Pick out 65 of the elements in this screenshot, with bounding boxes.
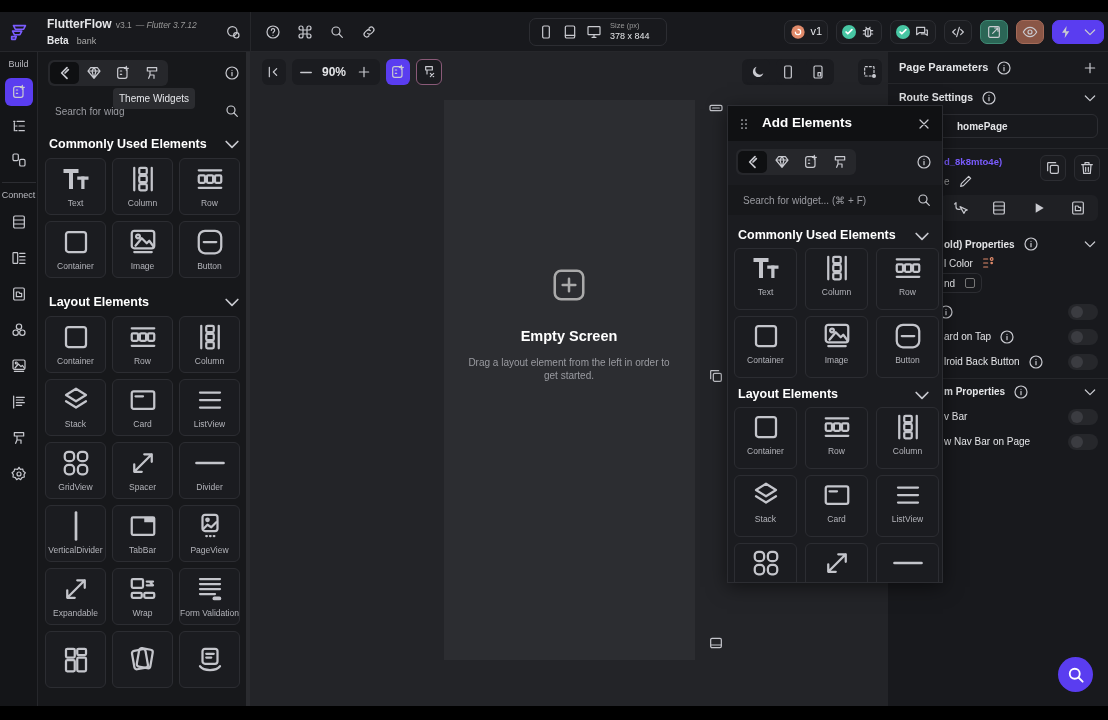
- widget-tile[interactable]: ListView: [179, 379, 240, 436]
- widget-tile[interactable]: Text: [734, 248, 797, 310]
- widget-tile[interactable]: Button: [876, 316, 939, 378]
- widget-tile[interactable]: Text: [45, 158, 106, 215]
- widget-tile[interactable]: Divider: [179, 442, 240, 499]
- version-text: v3.1: [115, 18, 132, 32]
- widget-name: e: [944, 174, 950, 189]
- setting-label: v Bar: [944, 410, 968, 425]
- widget-tile[interactable]: Column: [876, 407, 939, 469]
- beta-tag: Beta: [47, 32, 69, 48]
- widget-tile[interactable]: Container: [45, 316, 106, 373]
- setting-label: lroid Back Button: [944, 355, 1020, 370]
- version-button[interactable]: v1: [784, 19, 828, 44]
- widget-tile[interactable]: Row: [179, 158, 240, 215]
- widget-tile[interactable]: VerticalDivider: [45, 505, 106, 562]
- empty-description: Drag a layout element from the left in order to get started.: [467, 355, 671, 382]
- widget-tile[interactable]: Row: [805, 407, 868, 469]
- widget-tile[interactable]: ListView: [876, 475, 939, 537]
- widget-tile[interactable]: Container: [45, 221, 106, 278]
- project-name: bank: [76, 34, 97, 48]
- widget-tile[interactable]: TabBar: [112, 505, 173, 562]
- widget-tile[interactable]: Button: [179, 221, 240, 278]
- size-value: 378 x 844: [610, 30, 650, 41]
- widget-tile[interactable]: Image: [805, 316, 868, 378]
- search-field[interactable]: Search for widget... (⌘ + F): [728, 185, 942, 215]
- section-title: Commonly Used Elements: [738, 227, 896, 245]
- section-title: Page Parameters: [899, 60, 989, 76]
- flutter-version: — Flutter 3.7.12: [135, 18, 197, 32]
- widget-tile[interactable]: PageView: [179, 505, 240, 562]
- search-field[interactable]: Search for widget... (⌘ + F): [741, 191, 891, 209]
- field-label: l Color: [944, 256, 973, 271]
- empty-title: Empty Screen: [520, 327, 618, 346]
- zoom-control[interactable]: 90%: [292, 59, 381, 85]
- widget-tile[interactable]: Container: [734, 316, 797, 378]
- setting-label: w Nav Bar on Page: [944, 435, 1031, 450]
- app-name: FlutterFlow: [47, 15, 112, 33]
- widget-tile[interactable]: Row: [112, 316, 173, 373]
- widget-tile[interactable]: Form Validation: [179, 568, 240, 625]
- zoom-value: 90%: [322, 64, 347, 81]
- widget-tile[interactable]: Expandable: [45, 568, 106, 625]
- widget-tile[interactable]: Card: [805, 475, 868, 537]
- widget-tile[interactable]: Column: [112, 158, 173, 215]
- widget-tile[interactable]: Stack: [734, 475, 797, 537]
- widget-tile[interactable]: Column: [805, 248, 868, 310]
- setting-label: ard on Tap: [944, 330, 992, 345]
- section-title: Layout Elements: [738, 386, 839, 404]
- section-title: Layout Elements: [49, 293, 150, 311]
- widget-tile[interactable]: Image: [112, 221, 173, 278]
- section-title: Route Settings: [899, 90, 974, 106]
- section-title: Commonly Used Elements: [49, 135, 207, 153]
- tooltip: Theme Widgets: [113, 88, 196, 109]
- section-title: old) Properties: [944, 237, 1015, 252]
- widget-tile[interactable]: Row: [876, 248, 939, 310]
- widget-tile[interactable]: Stack: [45, 379, 106, 436]
- widget-id: d_8k8mto4e): [944, 155, 1003, 169]
- widget-tile[interactable]: Card: [112, 379, 173, 436]
- widget-tile[interactable]: Wrap: [112, 568, 173, 625]
- rail-section-label: Connect: [1, 188, 36, 202]
- panel-title: Add Elements: [762, 114, 854, 133]
- widget-tile[interactable]: Column: [179, 316, 240, 373]
- widget-tile[interactable]: Spacer: [112, 442, 173, 499]
- rail-section-label: Build: [8, 58, 29, 71]
- widget-tile[interactable]: Container: [734, 407, 797, 469]
- widget-tile[interactable]: GridView: [45, 442, 106, 499]
- section-title: m Properties: [944, 385, 1006, 400]
